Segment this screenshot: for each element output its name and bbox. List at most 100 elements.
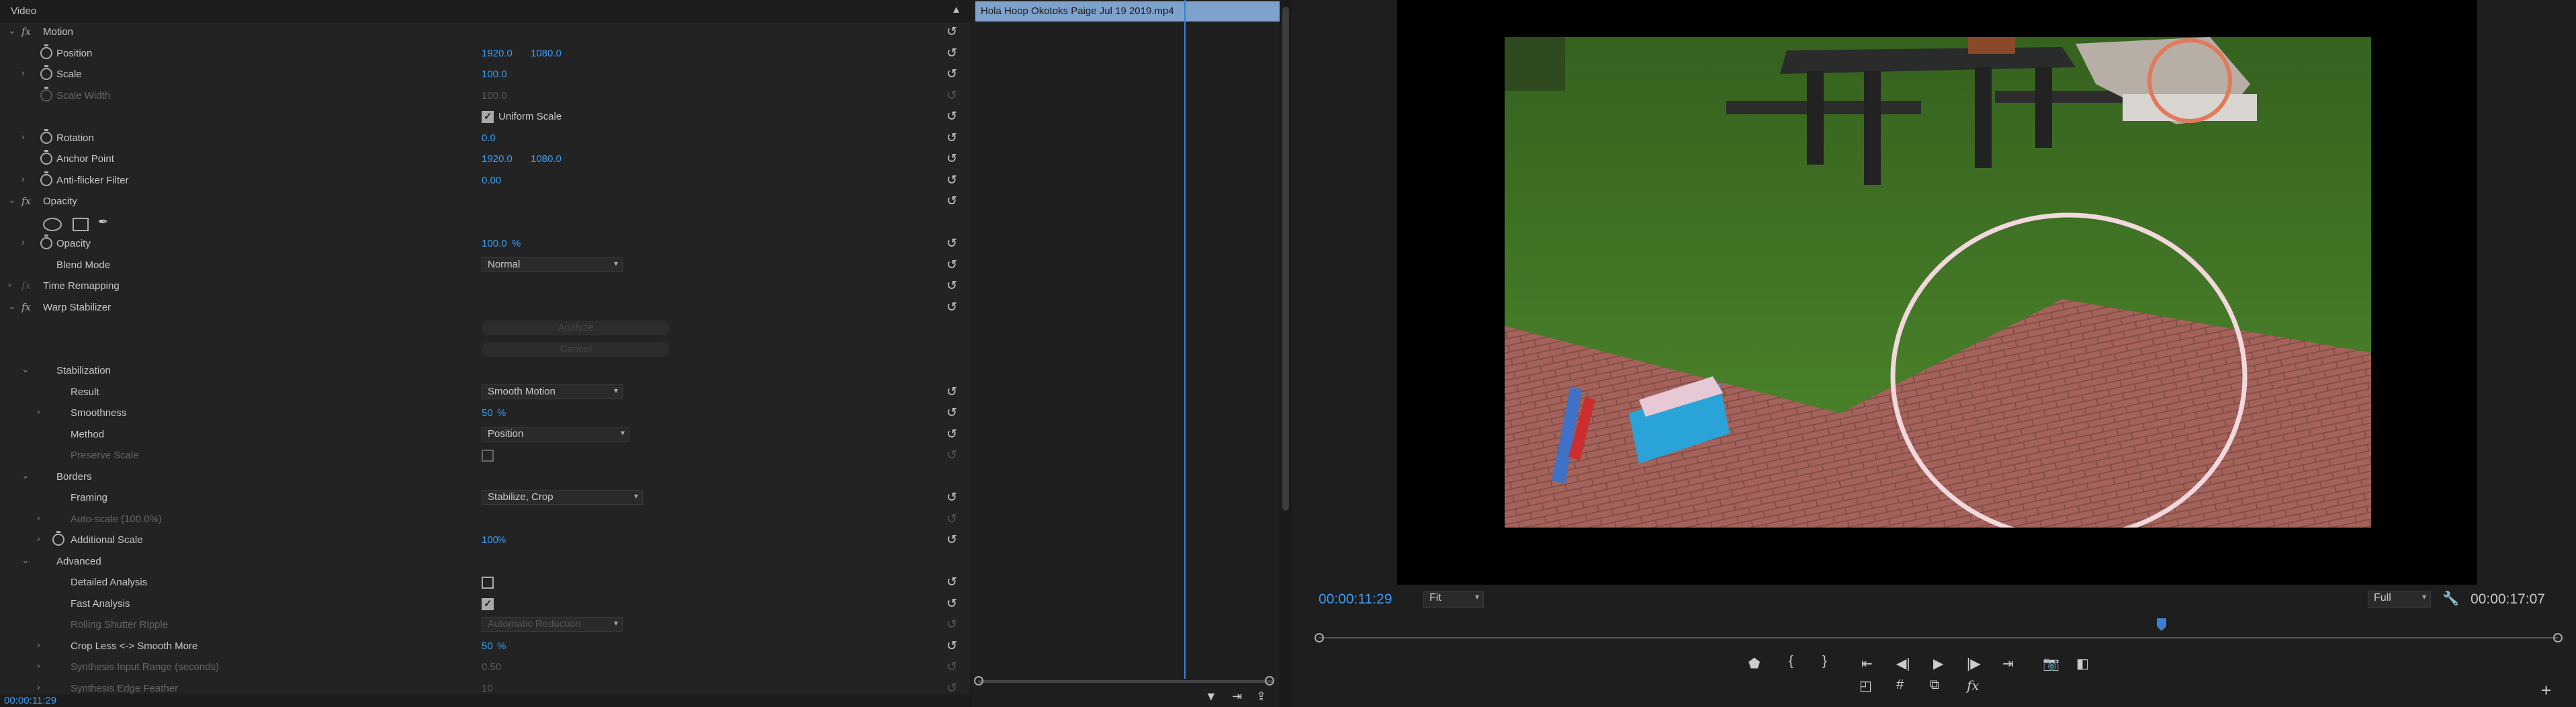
expand-chevron-icon[interactable]: › bbox=[8, 279, 11, 290]
blend-mode-dropdown[interactable]: Normal ▾ bbox=[482, 257, 623, 272]
fx-badge-icon[interactable]: fx bbox=[21, 195, 31, 207]
export-icon[interactable]: ⇪ bbox=[1256, 690, 1266, 704]
position-value[interactable]: 1920.0 bbox=[482, 48, 513, 59]
reset-icon[interactable]: ↺ bbox=[946, 109, 957, 124]
framing-dropdown[interactable]: Stabilize, Crop ▾ bbox=[482, 490, 643, 505]
pen-mask-icon[interactable]: ✒ bbox=[98, 215, 108, 229]
reset-icon[interactable]: ↺ bbox=[946, 575, 957, 590]
result-dropdown[interactable]: Smooth Motion ▾ bbox=[482, 384, 623, 399]
expand-chevron-icon[interactable]: › bbox=[21, 131, 25, 142]
fx-badge-icon[interactable]: fx bbox=[21, 26, 31, 38]
vr-icon[interactable]: ⧉ bbox=[1930, 677, 1939, 693]
monitor-playhead[interactable] bbox=[2156, 618, 2166, 632]
stopwatch-icon[interactable] bbox=[40, 128, 52, 144]
expand-chevron-icon[interactable]: ⌄ bbox=[21, 470, 30, 481]
expand-chevron-icon[interactable]: ⌄ bbox=[21, 364, 30, 375]
expand-chevron-icon[interactable]: › bbox=[21, 67, 25, 78]
reset-icon[interactable]: ↺ bbox=[946, 194, 957, 209]
scrollbar-thumb[interactable] bbox=[1282, 7, 1289, 511]
comparison-view-icon[interactable]: ◧ bbox=[2076, 655, 2089, 672]
reset-icon[interactable]: ↺ bbox=[946, 659, 957, 675]
go-to-in-icon[interactable]: ⇤ bbox=[1861, 655, 1873, 672]
expand-chevron-icon[interactable]: › bbox=[37, 406, 40, 417]
stopwatch-icon[interactable] bbox=[40, 65, 52, 80]
go-to-out-icon[interactable]: ⇥ bbox=[2002, 655, 2014, 672]
reset-icon[interactable]: ↺ bbox=[946, 67, 957, 82]
analyze-button[interactable]: Analyze bbox=[482, 321, 670, 335]
reset-icon[interactable]: ↺ bbox=[946, 130, 957, 146]
expand-chevron-icon[interactable]: › bbox=[37, 681, 40, 692]
reset-icon[interactable]: ↺ bbox=[946, 511, 957, 527]
filter-icon[interactable]: ▼ bbox=[1205, 690, 1217, 704]
fast-analysis-checkbox[interactable] bbox=[482, 597, 494, 610]
expand-chevron-icon[interactable]: ⌄ bbox=[8, 194, 16, 206]
stopwatch-icon[interactable] bbox=[40, 150, 52, 165]
effects-timecode[interactable]: 00:00:11:29 bbox=[4, 695, 56, 706]
mark-in-icon[interactable]: { bbox=[1789, 654, 1793, 669]
reset-icon[interactable]: ↺ bbox=[946, 88, 957, 103]
stopwatch-icon[interactable] bbox=[40, 44, 52, 59]
stopwatch-icon[interactable] bbox=[40, 171, 52, 186]
ripple-icon[interactable]: ⇥ bbox=[1232, 690, 1242, 704]
rotation-value[interactable]: 0.0 bbox=[482, 132, 496, 144]
ruler-start-handle-icon[interactable] bbox=[1315, 633, 1324, 642]
reset-icon[interactable]: ↺ bbox=[946, 532, 957, 548]
reset-icon[interactable]: ↺ bbox=[946, 236, 957, 251]
zoom-handle-left-icon[interactable] bbox=[974, 676, 983, 685]
add-marker-icon[interactable]: ⬟ bbox=[1748, 655, 1760, 672]
timeline-playhead-line[interactable] bbox=[1184, 0, 1186, 679]
position-value-y[interactable]: 1080.0 bbox=[531, 48, 562, 59]
resolution-dropdown[interactable]: Full ▾ bbox=[2368, 591, 2431, 608]
crop-less-smooth-more-value[interactable]: 50 bbox=[482, 640, 493, 652]
additional-scale-value[interactable]: 100 bbox=[482, 534, 498, 546]
expand-chevron-icon[interactable]: › bbox=[37, 639, 40, 650]
expand-chevron-icon[interactable]: ⌄ bbox=[8, 25, 16, 36]
step-forward-icon[interactable]: |▶ bbox=[1967, 655, 1981, 672]
opacity-value[interactable]: 100.0 bbox=[482, 238, 507, 249]
expand-chevron-icon[interactable]: › bbox=[37, 512, 40, 523]
clip-bar[interactable]: Hola Hoop Okotoks Paige Jul 19 2019.mp4 bbox=[975, 1, 1280, 22]
anti-flicker-filter-value[interactable]: 0.00 bbox=[482, 175, 501, 186]
reset-icon[interactable]: ↺ bbox=[946, 638, 957, 654]
anchor-point-value-y[interactable]: 1080.0 bbox=[531, 153, 562, 165]
ellipse-mask-icon[interactable] bbox=[43, 217, 62, 231]
reset-icon[interactable]: ↺ bbox=[946, 384, 957, 400]
expand-chevron-icon[interactable]: ⌄ bbox=[21, 554, 30, 566]
reset-icon[interactable]: ↺ bbox=[946, 278, 957, 294]
stopwatch-icon[interactable] bbox=[40, 235, 52, 249]
add-button-icon[interactable]: + bbox=[2541, 680, 2551, 701]
expand-chevron-icon[interactable]: › bbox=[37, 660, 40, 671]
fx-badge-icon[interactable]: fx bbox=[21, 280, 31, 292]
time-ruler[interactable] bbox=[1319, 637, 2558, 638]
reset-icon[interactable]: ↺ bbox=[946, 448, 957, 463]
expand-chevron-icon[interactable]: › bbox=[21, 173, 25, 184]
safe-margins-icon[interactable]: ◰ bbox=[1859, 677, 1872, 694]
play-icon[interactable]: ▶ bbox=[1933, 655, 1943, 672]
effects-vertical-scrollbar[interactable] bbox=[1280, 0, 1292, 707]
expand-chevron-icon[interactable]: › bbox=[21, 237, 25, 247]
method-dropdown[interactable]: Position ▾ bbox=[482, 426, 629, 442]
reset-icon[interactable]: ↺ bbox=[946, 151, 957, 167]
rectangle-mask-icon[interactable] bbox=[73, 217, 89, 231]
smoothness-value[interactable]: 50 bbox=[482, 407, 493, 419]
anchor-point-value[interactable]: 1920.0 bbox=[482, 153, 513, 165]
reset-icon[interactable]: ↺ bbox=[946, 257, 957, 273]
expand-chevron-icon[interactable]: › bbox=[37, 533, 40, 544]
expand-chevron-icon[interactable]: ⌄ bbox=[8, 300, 16, 312]
fx-badge-icon[interactable]: fx bbox=[21, 301, 31, 313]
step-back-icon[interactable]: ◀| bbox=[1896, 655, 1910, 672]
stopwatch-icon[interactable] bbox=[40, 86, 52, 101]
grid-icon[interactable]: # bbox=[1896, 677, 1904, 693]
reset-icon[interactable]: ↺ bbox=[946, 46, 957, 61]
scale-value[interactable]: 100.0 bbox=[482, 69, 507, 80]
uniform-scale-checkbox[interactable] bbox=[482, 110, 494, 123]
reset-icon[interactable]: ↺ bbox=[946, 596, 957, 612]
zoom-handle-right-icon[interactable] bbox=[1265, 676, 1274, 685]
reset-icon[interactable]: ↺ bbox=[946, 405, 957, 421]
reset-icon[interactable]: ↺ bbox=[946, 300, 957, 315]
timeline-zoom-scrollbar[interactable] bbox=[978, 680, 1274, 683]
reset-icon[interactable]: ↺ bbox=[946, 490, 957, 505]
reset-icon[interactable]: ↺ bbox=[946, 427, 957, 442]
mark-out-icon[interactable]: } bbox=[1822, 654, 1827, 669]
camera-export-frame-icon[interactable]: 📷 bbox=[2043, 655, 2059, 672]
